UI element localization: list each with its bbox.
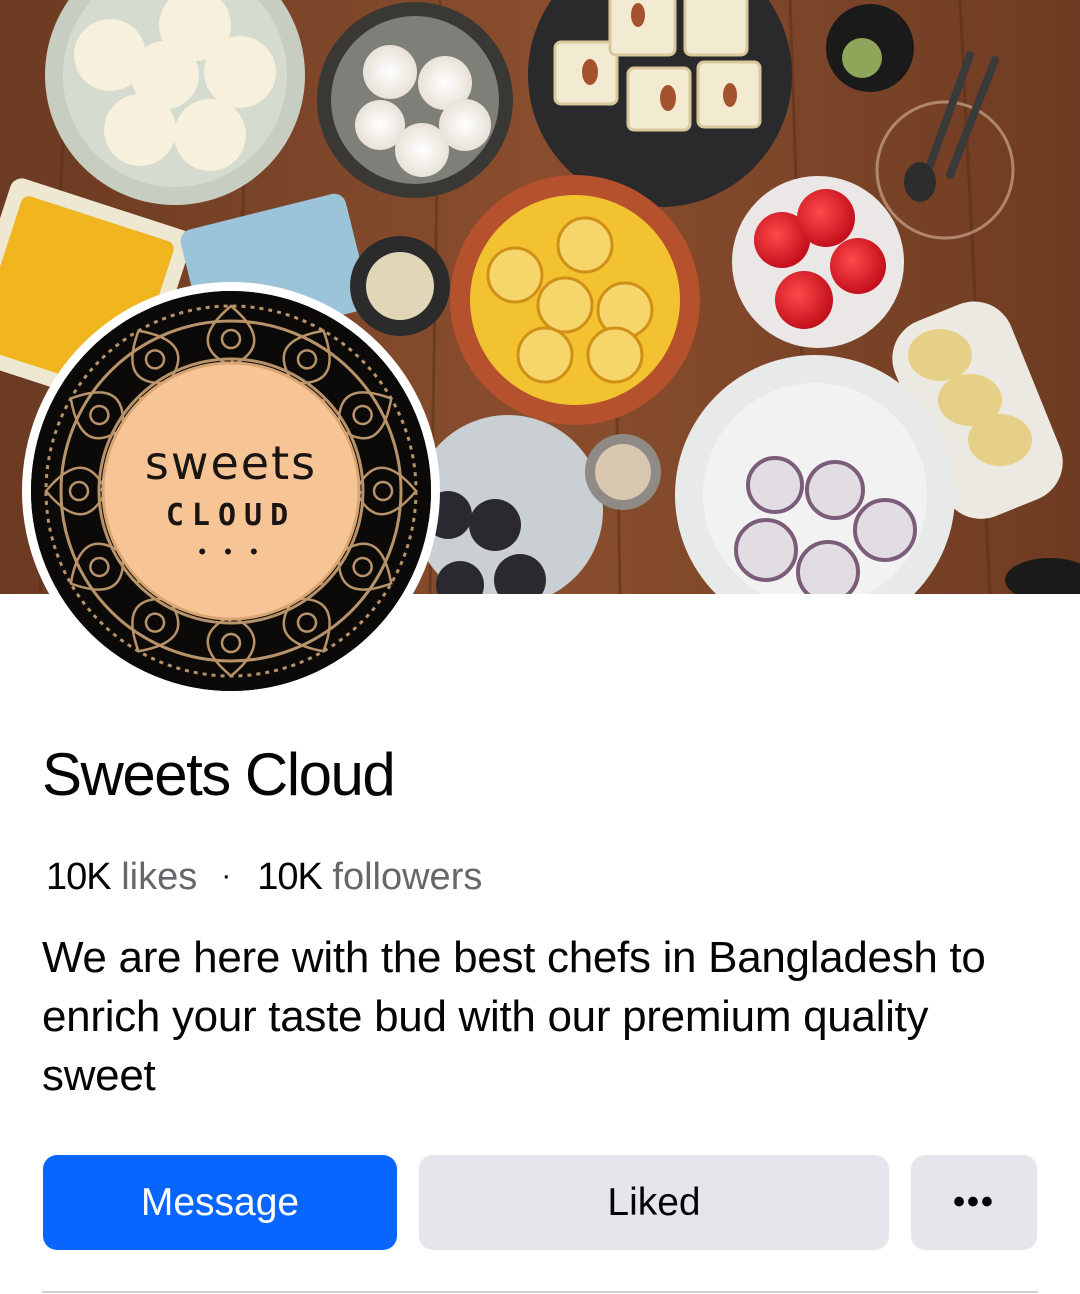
liked-button[interactable]: Liked — [419, 1155, 889, 1250]
stats-separator: · — [221, 859, 232, 892]
likes-count[interactable]: 10K — [46, 856, 112, 898]
sweets-cloud-logo — [31, 291, 431, 691]
followers-label[interactable]: followers — [332, 856, 482, 898]
page-bio: We are here with the best chefs in Bangl… — [42, 933, 986, 1100]
followers-count[interactable]: 10K — [257, 856, 323, 898]
likes-label[interactable]: likes — [121, 856, 197, 898]
message-button[interactable]: Message — [43, 1155, 397, 1250]
more-horizontal-icon: ••• — [953, 1183, 995, 1221]
profile-picture[interactable] — [31, 291, 431, 691]
page-stats: 10K likes · 10K followers — [46, 856, 482, 899]
logo-wordmark: sweets — [144, 436, 318, 490]
page-title: Sweets Cloud — [42, 741, 396, 808]
message-button-label: Message — [140, 1180, 300, 1224]
logo-subtitle: CLOUD — [165, 498, 297, 533]
more-options-button[interactable]: ••• — [911, 1155, 1037, 1250]
liked-button-label: Liked — [607, 1180, 701, 1224]
section-divider — [42, 1291, 1038, 1293]
logo-dots: • • • — [198, 539, 264, 564]
